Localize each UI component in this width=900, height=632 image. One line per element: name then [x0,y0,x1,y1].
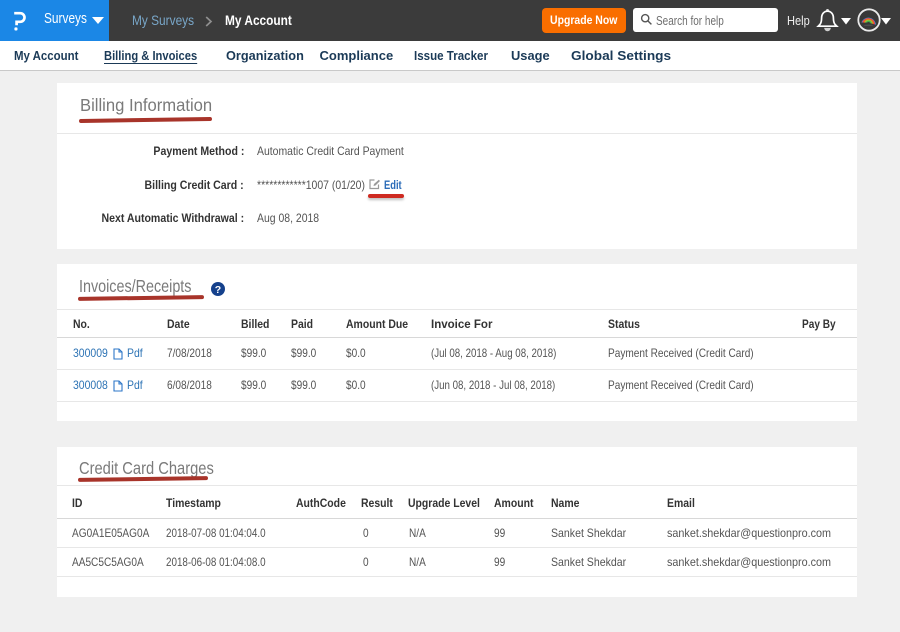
svg-text:?: ? [215,284,221,296]
